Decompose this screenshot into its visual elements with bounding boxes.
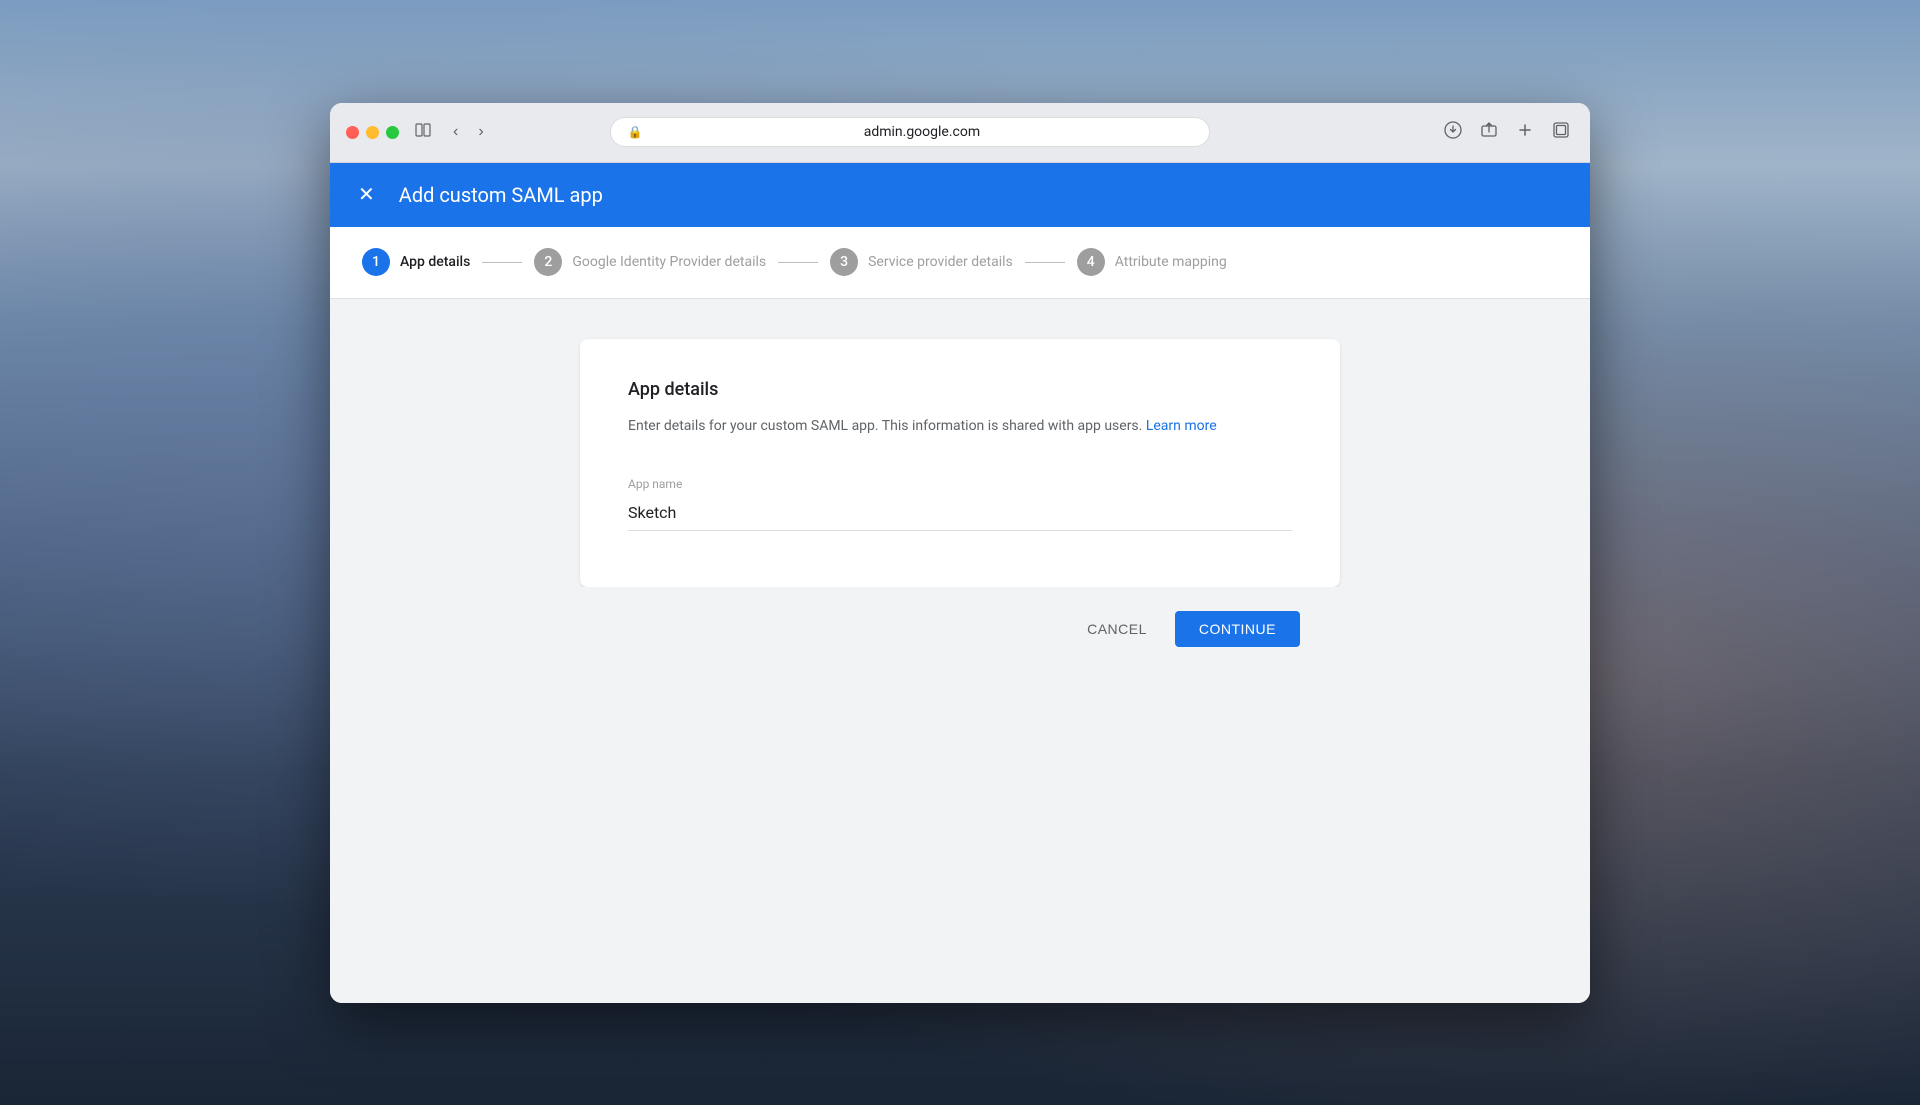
url-text: admin.google.com [650,124,1193,140]
learn-more-link[interactable]: Learn more [1146,418,1217,434]
step-3-number: 3 [830,248,858,276]
sidebar-toggle-button[interactable] [411,118,435,147]
card-description: Enter details for your custom SAML app. … [628,416,1292,437]
browser-nav: ‹ › [447,120,490,144]
cancel-button[interactable]: CANCEL [1067,611,1167,647]
browser-window: ‹ › 🔒 admin.google.com [330,103,1590,1003]
main-area: 1 App details 2 Google Identity Provider… [330,227,1590,1003]
step-2-number: 2 [534,248,562,276]
app-header: ✕ Add custom SAML app [330,163,1590,227]
close-traffic-light[interactable] [346,126,359,139]
step-3-label: Service provider details [868,254,1013,270]
app-name-field: App name [628,477,1292,531]
step-4-number: 4 [1077,248,1105,276]
forward-button[interactable]: › [472,120,489,144]
browser-actions [1440,117,1574,148]
step-4: 4 Attribute mapping [1077,248,1227,276]
address-bar[interactable]: 🔒 admin.google.com [610,117,1210,147]
app-name-input[interactable] [628,495,1292,531]
step-2: 2 Google Identity Provider details [534,248,766,276]
card-description-text: Enter details for your custom SAML app. … [628,418,1142,434]
continue-button[interactable]: CONTINUE [1175,611,1300,647]
step-2-label: Google Identity Provider details [572,254,766,270]
step-connector-1 [482,262,522,263]
step-1-label: App details [400,254,470,270]
card-title: App details [628,379,1292,400]
download-button[interactable] [1440,117,1466,148]
app-content: ✕ Add custom SAML app 1 App details 2 Go… [330,163,1590,1003]
step-3: 3 Service provider details [830,248,1013,276]
step-4-label: Attribute mapping [1115,254,1227,270]
back-button[interactable]: ‹ [447,120,464,144]
app-details-card: App details Enter details for your custo… [580,339,1340,587]
lock-icon: 🔒 [627,125,642,139]
close-button[interactable]: ✕ [354,181,379,209]
step-1-number: 1 [362,248,390,276]
maximize-traffic-light[interactable] [386,126,399,139]
step-connector-3 [1025,262,1065,263]
share-button[interactable] [1476,117,1502,148]
minimize-traffic-light[interactable] [366,126,379,139]
step-1: 1 App details [362,248,470,276]
tabs-button[interactable] [1548,117,1574,148]
stepper-bar: 1 App details 2 Google Identity Provider… [330,227,1590,299]
new-tab-button[interactable] [1512,117,1538,148]
action-bar: CANCEL CONTINUE [580,587,1340,671]
traffic-lights [346,126,399,139]
app-name-label: App name [628,477,1292,491]
browser-chrome: ‹ › 🔒 admin.google.com [330,103,1590,163]
stepper: 1 App details 2 Google Identity Provider… [362,248,1227,276]
app-title: Add custom SAML app [399,183,603,207]
step-connector-2 [778,262,818,263]
content-area: App details Enter details for your custo… [330,299,1590,1003]
